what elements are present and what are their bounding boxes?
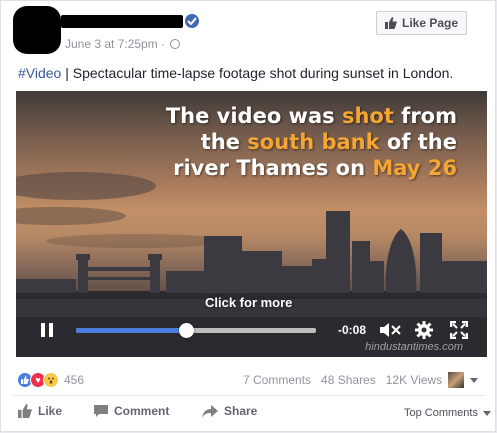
video-controls: -0:08 (16, 317, 487, 343)
page-avatar[interactable] (13, 6, 61, 54)
share-button[interactable]: Share (202, 404, 257, 418)
thumbs-up-icon (18, 404, 32, 418)
engagement-stats: 7 Comments 48 Shares 12K Views (243, 372, 479, 388)
share-icon (202, 404, 218, 418)
overlay-highlight: shot (341, 104, 394, 128)
redacted-page-name[interactable] (61, 15, 183, 28)
verified-badge-icon (185, 14, 199, 28)
thumbs-up-icon (384, 17, 397, 29)
like-button[interactable]: Like (18, 404, 62, 418)
viewer-avatar[interactable] (448, 372, 465, 388)
time-remaining: -0:08 (338, 323, 367, 337)
globe-icon[interactable] (169, 39, 180, 49)
share-label: Share (224, 404, 258, 418)
fullscreen-icon[interactable] (450, 321, 468, 339)
top-comments-dropdown[interactable]: Top Comments (404, 407, 491, 419)
overlay-text-part: of the (379, 130, 457, 154)
video-player[interactable]: The video was shot from the south bank o… (16, 91, 487, 357)
overlay-text-part: from (393, 104, 457, 128)
hashtag-link[interactable]: #Video (18, 65, 61, 81)
wow-icon (43, 372, 59, 388)
meta-separator: · (160, 37, 165, 51)
mute-icon[interactable] (380, 322, 402, 338)
reaction-summary[interactable]: ♥ 456 (17, 372, 84, 388)
pause-icon[interactable] (41, 323, 53, 337)
overlay-text-part: The video was (165, 104, 342, 128)
shares-count-link[interactable]: 48 Shares (321, 373, 376, 387)
progress-fill (76, 328, 187, 333)
comment-label: Comment (114, 404, 170, 418)
divider (13, 395, 485, 396)
views-count: 12K Views (385, 373, 443, 387)
top-comments-label: Top Comments (404, 407, 478, 419)
comment-icon (94, 404, 108, 417)
scrubber-handle[interactable] (179, 323, 195, 338)
overlay-highlight: south bank (247, 130, 380, 154)
overlay-text-part: river Thames on (173, 156, 373, 180)
comments-count-link[interactable]: 7 Comments (243, 373, 311, 387)
chevron-down-icon[interactable] (470, 377, 479, 383)
video-watermark: hindustantimes.com (365, 341, 463, 353)
click-for-more-link[interactable]: Click for more (205, 295, 292, 310)
post-card: June 3 at 7:25pm · Like Page #Video | Sp… (0, 0, 496, 432)
like-page-button[interactable]: Like Page (376, 11, 467, 35)
post-caption: #Video | Spectacular time-lapse footage … (18, 65, 453, 81)
like-page-label: Like Page (401, 16, 459, 30)
overlay-text-part: the (200, 130, 248, 154)
video-overlay-text: The video was shot from the south bank o… (166, 103, 457, 181)
post-timestamp[interactable]: June 3 at 7:25pm (65, 37, 158, 51)
gear-icon[interactable] (414, 320, 434, 340)
chevron-down-icon (482, 410, 491, 416)
overlay-highlight: May 26 (372, 156, 457, 180)
caption-text: | Spectacular time-lapse footage shot du… (61, 65, 454, 81)
progress-bar[interactable] (76, 323, 316, 338)
like-label: Like (38, 404, 63, 418)
reaction-count: 456 (64, 373, 85, 387)
comment-button[interactable]: Comment (94, 404, 169, 418)
post-actions: Like Comment Share Top Comments (1, 404, 497, 422)
post-meta: June 3 at 7:25pm · (65, 37, 180, 51)
